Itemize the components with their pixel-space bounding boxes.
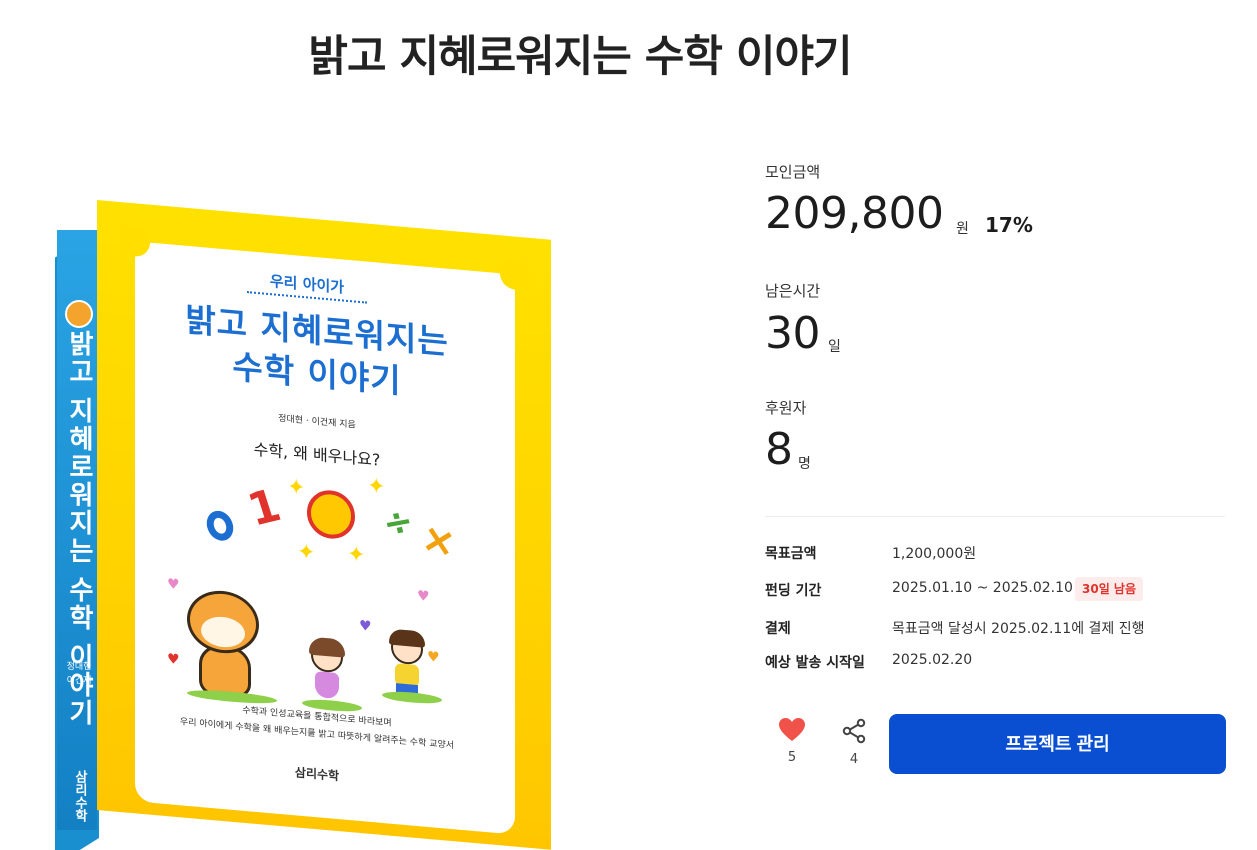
page-title: 밝고 지혜로워지는 수학 이야기 [308, 32, 852, 82]
sparkle-icon: ✦ [287, 474, 306, 502]
backers-unit: 명 [798, 456, 811, 472]
raised-percent: 17% [985, 213, 1033, 237]
backers-count: 8 [765, 424, 793, 475]
remaining-days: 30 [765, 308, 821, 359]
heart-decoration-icon: ♥ [417, 587, 430, 606]
goal-label: 목표금액 [765, 546, 817, 562]
like-button[interactable]: 5 [772, 718, 812, 765]
heart-decoration-icon: ♥ [359, 617, 372, 636]
spine-authors: 정대현 이건재 [66, 662, 92, 686]
spine-publisher: 삼리수학 [72, 770, 87, 822]
period-label: 펀딩 기간 [765, 583, 822, 599]
project-manage-button[interactable]: 프로젝트 관리 [889, 714, 1226, 774]
section-divider [765, 516, 1225, 517]
remaining-label: 남은시간 [765, 282, 821, 300]
backers-label: 후원자 [765, 399, 807, 417]
remaining-badge: 30일 남음 [1075, 577, 1143, 601]
payment-label: 결제 [765, 621, 791, 637]
book-front-cover: 우리 아이가 밝고 지혜로워지는 수학 이야기 정대현 · 이건재 지음 수학,… [97, 200, 551, 850]
goal-value: 1,200,000원 [892, 546, 977, 562]
share-button[interactable]: 4 [834, 718, 874, 767]
heart-icon [779, 718, 805, 741]
share-count: 4 [849, 752, 859, 767]
period-value: 2025.01.10 ~ 2025.02.10 [892, 580, 1073, 596]
raised-label: 모인금액 [765, 163, 821, 181]
raised-amount: 209,800 [765, 188, 944, 239]
delivery-label: 예상 발송 시작일 [765, 655, 865, 671]
raised-unit: 원 [956, 221, 969, 237]
book-cover-image: 밝고 지혜로워지는 수학 이야기 정대현 이건재 삼리수학 우리 아이가 밝고 … [55, 200, 555, 850]
tiger-logo-icon [65, 300, 93, 328]
remaining-unit: 일 [828, 339, 841, 355]
sparkle-icon: ✦ [297, 539, 316, 567]
sparkle-icon: ✦ [367, 473, 386, 501]
share-icon [842, 718, 866, 744]
payment-value: 목표금액 달성시 2025.02.11에 결제 진행 [892, 621, 1145, 637]
like-count: 5 [787, 750, 797, 765]
heart-decoration-icon: ♥ [427, 648, 440, 666]
sparkle-icon: ✦ [347, 541, 366, 569]
tiger-character [177, 587, 277, 706]
book-spine-face: 밝고 지혜로워지는 수학 이야기 정대현 이건재 삼리수학 [57, 230, 97, 830]
delivery-value: 2025.02.20 [892, 652, 973, 668]
